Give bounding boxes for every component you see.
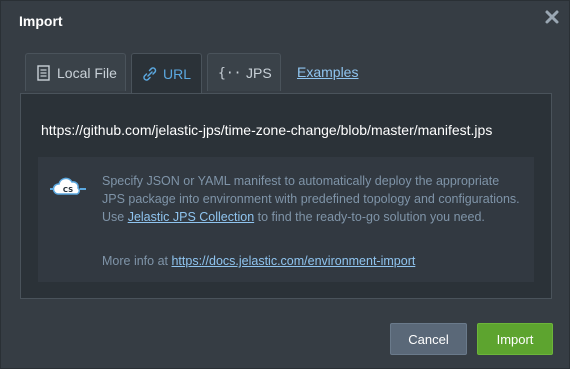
dialog-title: Import <box>19 13 63 29</box>
examples-link[interactable]: Examples <box>297 64 358 80</box>
import-button[interactable]: Import <box>477 323 553 355</box>
info-line: Specify JSON or YAML manifest to automat… <box>102 174 520 206</box>
cloud-script-icon: CS <box>48 177 88 199</box>
tab-url[interactable]: URL <box>131 53 202 93</box>
url-input[interactable] <box>41 120 531 140</box>
svg-text:{···}: {···} <box>218 66 240 81</box>
use-prefix: Use <box>102 210 128 224</box>
link-icon <box>142 66 157 82</box>
cancel-button[interactable]: Cancel <box>390 323 467 355</box>
document-icon <box>36 64 51 81</box>
info-box: CS Specify JSON or YAML manifest to auto… <box>38 157 534 282</box>
more-info: More info at https://docs.jelastic.com/e… <box>102 254 415 268</box>
info-description: Specify JSON or YAML manifest to automat… <box>102 172 522 226</box>
tab-label: JPS <box>246 64 272 81</box>
braces-icon: {···} <box>218 65 257 81</box>
jps-collection-link[interactable]: Jelastic JPS Collection <box>128 210 254 224</box>
close-icon[interactable] <box>544 9 560 25</box>
more-prefix: More info at <box>102 254 172 268</box>
docs-link[interactable]: https://docs.jelastic.com/environment-im… <box>171 254 415 268</box>
tab-local-file[interactable]: Local File <box>25 53 126 91</box>
use-suffix: to find the ready-to-go solution you nee… <box>254 210 485 224</box>
tab-jps[interactable]: {···} JPS <box>207 53 281 91</box>
icon-text: CS <box>63 186 73 194</box>
url-panel: CS Specify JSON or YAML manifest to auto… <box>20 93 552 299</box>
tab-label: URL <box>163 65 192 82</box>
import-dialog: Import Local File URL {· JPS Examples ht… <box>0 0 570 369</box>
tab-label: Local File <box>57 64 117 81</box>
